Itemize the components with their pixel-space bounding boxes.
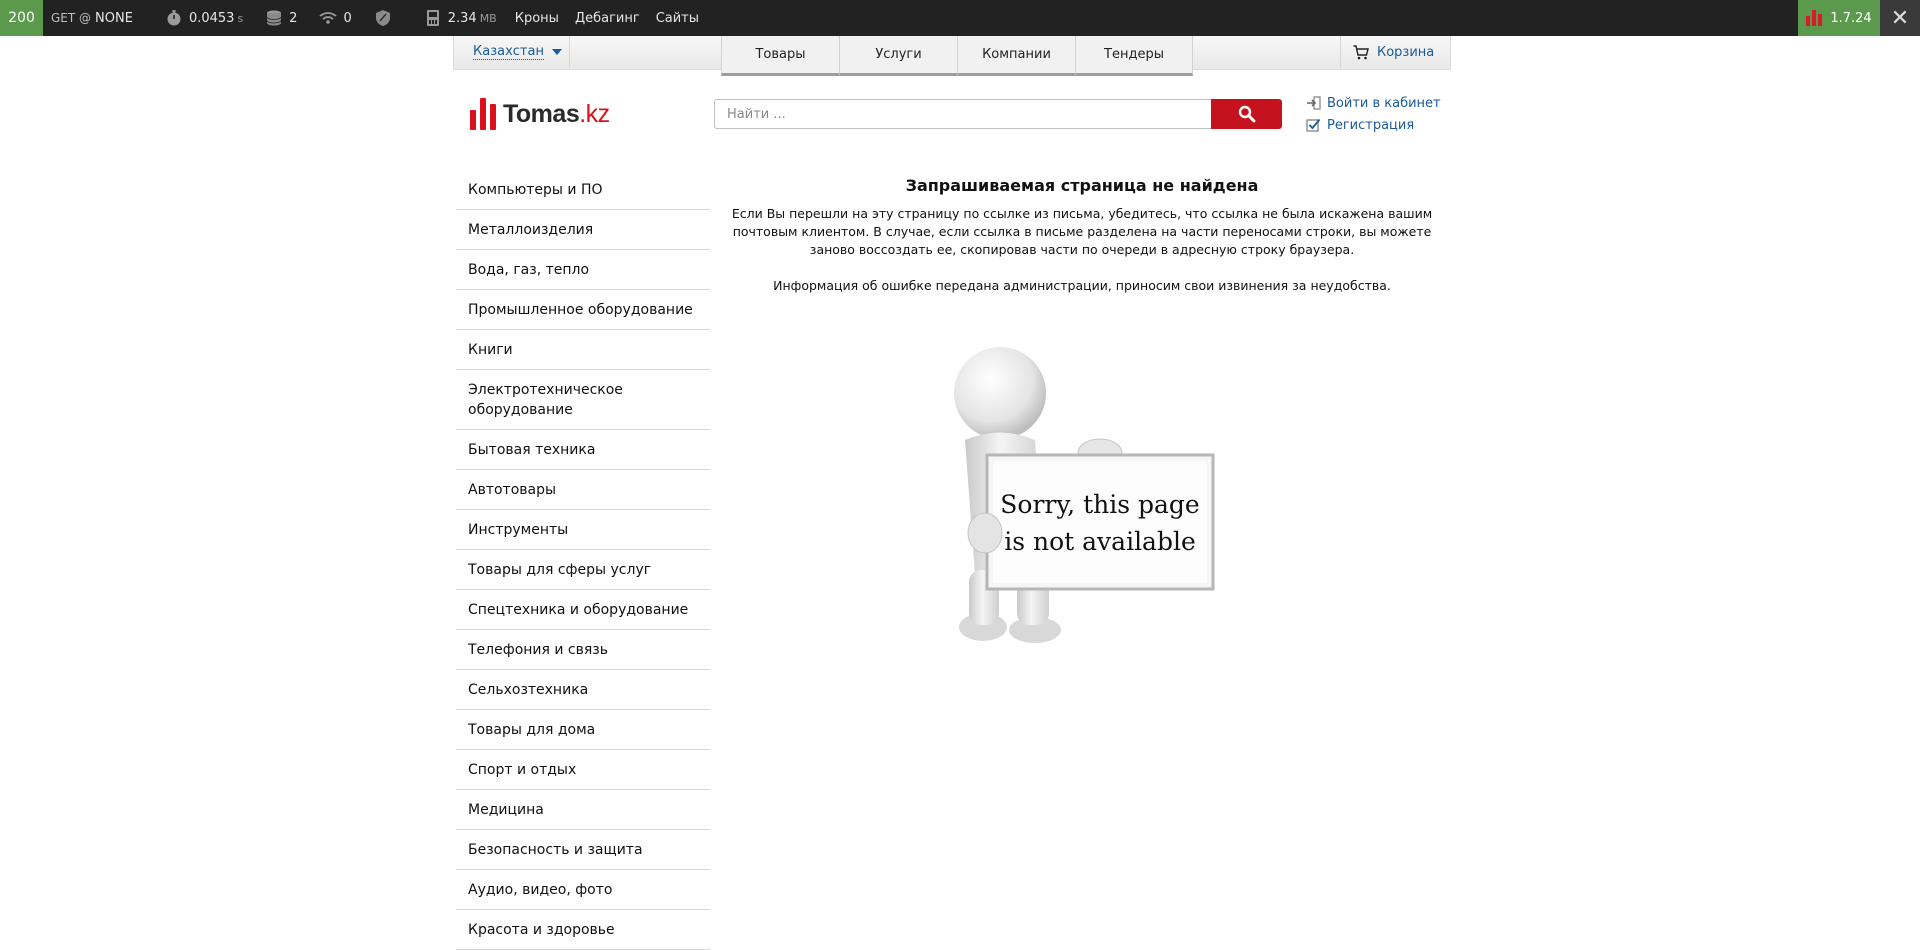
logo-name: Tomas bbox=[503, 100, 580, 128]
memory-value: 2.34 bbox=[447, 10, 477, 26]
category-item[interactable]: Инструменты bbox=[456, 510, 710, 550]
timing-info[interactable]: 0.0453 s bbox=[157, 0, 251, 36]
category-item[interactable]: Товары для сферы услуг bbox=[456, 550, 710, 590]
db-queries-count: 2 bbox=[289, 10, 298, 26]
tab-tenders[interactable]: Тендеры bbox=[1075, 36, 1193, 76]
tab-companies[interactable]: Компании bbox=[957, 36, 1075, 76]
chevron-down-icon bbox=[551, 49, 562, 55]
memory-info[interactable]: 2.34 MB bbox=[416, 0, 505, 36]
category-item[interactable]: Компьютеры и ПО bbox=[456, 170, 710, 210]
tab-goods[interactable]: Товары bbox=[721, 36, 839, 76]
shield-icon bbox=[375, 10, 390, 26]
search-button[interactable] bbox=[1211, 99, 1282, 129]
category-item[interactable]: Бытовая техника bbox=[456, 430, 710, 470]
stopwatch-icon bbox=[167, 10, 181, 26]
category-sidebar: Компьютеры и ПО Металлоизделия Вода, газ… bbox=[456, 170, 710, 950]
category-item[interactable]: Металлоизделия bbox=[456, 210, 710, 250]
register-label: Регистрация bbox=[1327, 117, 1415, 133]
category-item[interactable]: Электротехническое оборудование bbox=[456, 370, 710, 430]
login-label: Войти в кабинет bbox=[1327, 95, 1441, 111]
db-queries-info[interactable]: 2 bbox=[257, 0, 305, 36]
error-content: Запрашиваемая страница не найдена Если В… bbox=[718, 170, 1446, 295]
cart-link[interactable]: Корзина bbox=[1340, 36, 1450, 68]
debug-link-debugging[interactable]: Дебагинг bbox=[567, 0, 648, 36]
logo-tld: .kz bbox=[579, 100, 610, 128]
route-info[interactable]: GET @ NONE bbox=[43, 0, 141, 36]
search-icon bbox=[1238, 105, 1255, 123]
ajax-count: 0 bbox=[343, 10, 352, 26]
top-nav-strip: Казахстан Товары Услуги Компании Тендеры… bbox=[453, 36, 1451, 76]
sign-text-line2: is not available bbox=[1004, 527, 1196, 556]
security-info[interactable] bbox=[366, 0, 406, 36]
login-icon bbox=[1307, 96, 1321, 110]
sign-text-line1: Sorry, this page bbox=[1000, 490, 1199, 519]
debug-link-crons[interactable]: Кроны bbox=[507, 0, 567, 36]
database-icon bbox=[266, 10, 282, 26]
category-item[interactable]: Спорт и отдых bbox=[456, 750, 710, 790]
close-toolbar-button[interactable]: ✕ bbox=[1880, 0, 1920, 36]
country-label: Казахстан bbox=[473, 44, 544, 60]
search-input[interactable] bbox=[714, 99, 1211, 129]
version-value: 1.7.24 bbox=[1830, 10, 1872, 26]
main-tabs: Товары Услуги Компании Тендеры bbox=[721, 36, 1193, 76]
category-item[interactable]: Автотовары bbox=[456, 470, 710, 510]
category-item[interactable]: Спецтехника и оборудование bbox=[456, 590, 710, 630]
memory-card-icon bbox=[426, 10, 439, 26]
category-item[interactable]: Книги bbox=[456, 330, 710, 370]
logo-bars-icon bbox=[470, 98, 496, 130]
route-value: NONE bbox=[95, 10, 133, 26]
memory-unit: MB bbox=[479, 11, 497, 25]
timing-unit: s bbox=[237, 11, 244, 25]
category-item[interactable]: Телефония и связь bbox=[456, 630, 710, 670]
category-item[interactable]: Аудио, видео, фото bbox=[456, 870, 710, 910]
login-link[interactable]: Войти в кабинет bbox=[1306, 92, 1441, 114]
cart-icon bbox=[1353, 44, 1369, 59]
page-title: Запрашиваемая страница не найдена bbox=[905, 176, 1259, 195]
version-badge[interactable]: 1.7.24 bbox=[1798, 0, 1880, 36]
ajax-info[interactable]: 0 bbox=[311, 0, 359, 36]
category-item[interactable]: Медицина bbox=[456, 790, 710, 830]
category-item[interactable]: Сельхозтехника bbox=[456, 670, 710, 710]
debug-toolbar: 200 GET @ NONE 0.0453 s 2 0 2.34 MB Крон… bbox=[0, 0, 1920, 36]
method-label: GET @ bbox=[51, 11, 92, 25]
timing-value: 0.0453 bbox=[188, 10, 235, 26]
debug-link-sites[interactable]: Сайты bbox=[648, 0, 707, 36]
error-explanation: Если Вы перешли на эту страницу по ссылк… bbox=[731, 206, 1433, 257]
site-logo[interactable]: Tomas.kz bbox=[470, 94, 610, 130]
wifi-icon bbox=[319, 12, 337, 24]
register-link[interactable]: Регистрация bbox=[1306, 114, 1441, 136]
cart-label: Корзина bbox=[1377, 44, 1435, 60]
logo-text: Tomas.kz bbox=[503, 98, 610, 130]
search-bar bbox=[714, 99, 1282, 129]
category-item[interactable]: Красота и здоровье bbox=[456, 910, 710, 950]
tab-services[interactable]: Услуги bbox=[839, 36, 957, 76]
category-item[interactable]: Товары для дома bbox=[456, 710, 710, 750]
category-item[interactable]: Промышленное оборудование bbox=[456, 290, 710, 330]
country-selector[interactable]: Казахстан bbox=[454, 36, 570, 68]
figure-head bbox=[954, 347, 1046, 439]
error-apology: Информация об ошибке передана администра… bbox=[773, 278, 1391, 293]
status-code-badge[interactable]: 200 bbox=[0, 0, 43, 36]
category-item[interactable]: Вода, газ, тепло bbox=[456, 250, 710, 290]
tomas-mini-logo-icon bbox=[1806, 10, 1823, 26]
auth-links: Войти в кабинет Регистрация bbox=[1306, 92, 1441, 136]
category-item[interactable]: Безопасность и защита bbox=[456, 830, 710, 870]
checkbox-icon bbox=[1306, 118, 1321, 132]
sorry-figure-illustration: Sorry, this page is not available bbox=[954, 347, 1215, 643]
